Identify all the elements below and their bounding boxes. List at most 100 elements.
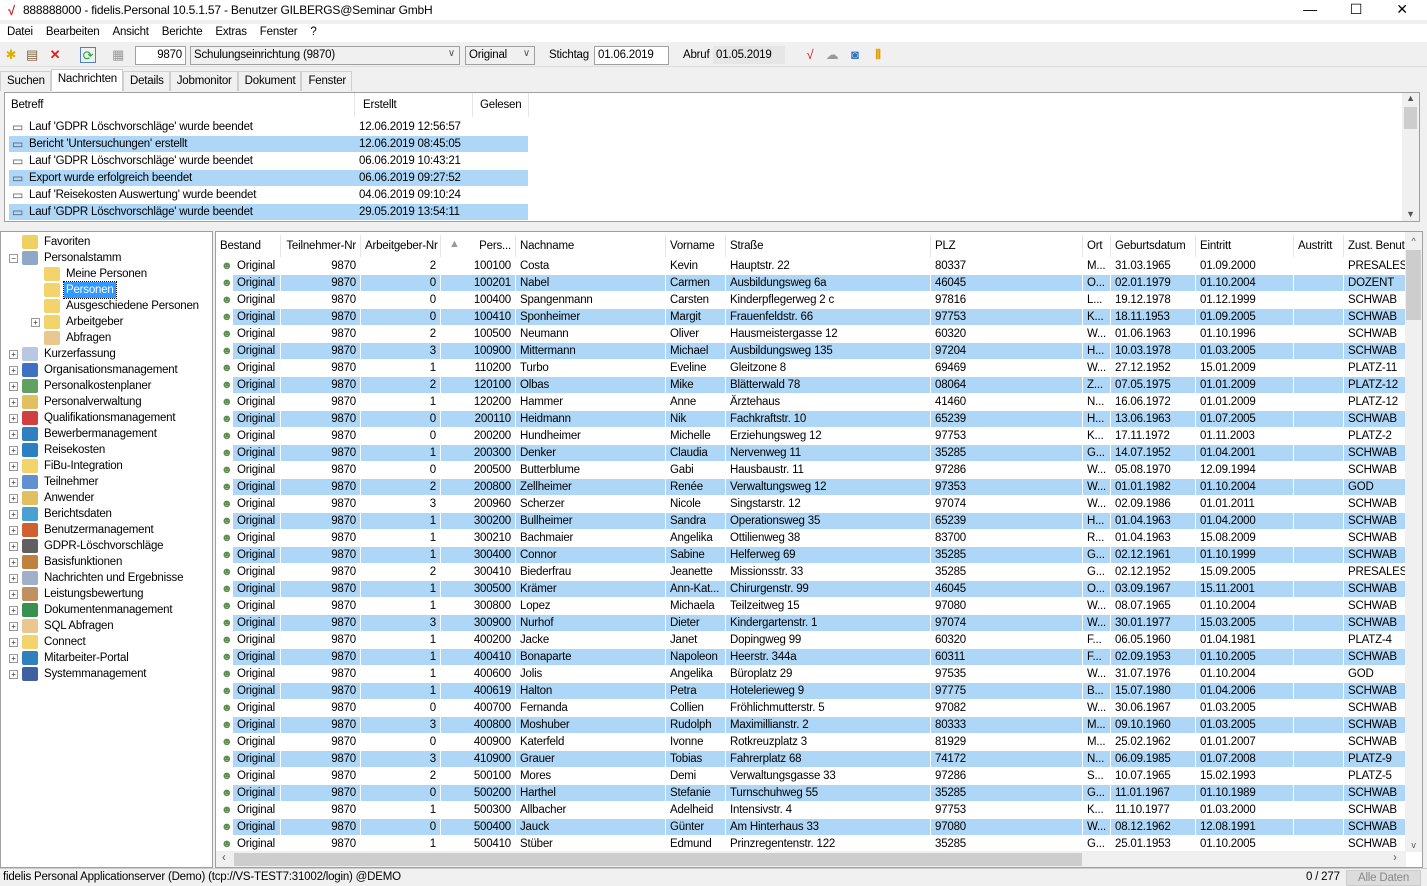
menu-help[interactable]: ? [303, 24, 322, 42]
tree-item-connect[interactable]: + Connect [9, 634, 87, 650]
table-row[interactable]: ☻ Original 9870 1 200300 Denker Claudia Nervenw… [216, 445, 1406, 462]
tree-item-kurzerfassung[interactable]: + Kurzerfassung [9, 346, 118, 362]
column-header-ort[interactable]: Ort [1083, 235, 1111, 257]
tree-item-mitarbeiter-portal[interactable]: + Mitarbeiter-Portal [9, 650, 131, 666]
table-row[interactable]: ☻ Original 9870 2 100500 Neumann Oliver Hausmei… [216, 326, 1406, 343]
menu-fenster[interactable]: Fenster [253, 24, 304, 42]
expand-toggle-icon[interactable]: + [9, 573, 18, 583]
cloud-icon[interactable]: ☁ [824, 47, 840, 63]
tab-fenster[interactable]: Fenster [301, 71, 353, 91]
table-row[interactable]: ☻ Original 9870 0 400700 Fernanda Collien Fröhl… [216, 700, 1406, 717]
column-header-geburtsdatum[interactable]: Geburtsdatum [1111, 235, 1196, 257]
scroll-up-icon[interactable]: ▲ [1402, 93, 1419, 103]
table-row[interactable]: ☻ Original 9870 0 100201 Nabel Carmen Ausbildun… [216, 275, 1406, 292]
table-row[interactable]: ☻ Original 9870 0 500200 Harthel Stefanie Turns… [216, 785, 1406, 802]
tree-item-favoriten[interactable]: Favoriten [9, 234, 92, 250]
expand-toggle-icon[interactable]: + [9, 493, 18, 503]
table-row[interactable]: ☻ Original 9870 2 300410 Biederfrau Jeanette Mi… [216, 564, 1406, 581]
tree-item-basisfunktionen[interactable]: + Basisfunktionen [9, 554, 124, 570]
tree-item-meine-personen[interactable]: Meine Personen [31, 266, 149, 282]
table-row[interactable]: ☻ Original 9870 0 200110 Heidmann Nik Fachkraft… [216, 411, 1406, 428]
tab-suchen[interactable]: Suchen [0, 71, 51, 91]
expand-toggle-icon[interactable]: + [9, 509, 18, 519]
tree-connector[interactable] [31, 286, 40, 295]
message-row[interactable]: Lauf 'Reisekosten Auswertung' wurde been… [9, 187, 528, 204]
edit-icon[interactable]: ▤ [24, 47, 40, 63]
expand-toggle-icon[interactable]: − [9, 253, 18, 263]
message-row[interactable]: Bericht 'Untersuchungen' erstellt 12.06.2… [9, 136, 528, 153]
sort-ascending-icon[interactable]: ▲ [449, 238, 460, 250]
tree-item-personalverwaltung[interactable]: + Personalverwaltung [9, 394, 143, 410]
column-header-betreff[interactable]: Betreff [5, 93, 355, 117]
column-header-zust-benut[interactable]: Zust. Benut: [1344, 235, 1406, 257]
table-row[interactable]: ☻ Original 9870 1 400200 Jacke Janet Dopingweg … [216, 632, 1406, 649]
fidelis-icon[interactable]: √ [802, 47, 818, 63]
expand-toggle-icon[interactable]: + [9, 461, 18, 471]
tree-item-personen[interactable]: Personen [31, 281, 117, 299]
expand-toggle-icon[interactable]: + [9, 669, 18, 679]
tree-item-personalkostenplaner[interactable]: + Personalkostenplaner [9, 378, 153, 394]
table-row[interactable]: ☻ Original 9870 2 200800 Zellheimer Renée Verwa… [216, 479, 1406, 496]
tree-item-leistungsbewertung[interactable]: + Leistungsbewertung [9, 586, 145, 602]
tree-connector[interactable] [31, 302, 40, 311]
table-row[interactable]: ☻ Original 9870 2 500100 Mores Demi Verwaltungs… [216, 768, 1406, 785]
tree-item-organisationsmanagement[interactable]: + Organisationsmanagement [9, 362, 179, 378]
table-row[interactable]: ☻ Original 9870 0 400900 Katerfeld Ivonne Rotkr… [216, 734, 1406, 751]
table-row[interactable]: ☻ Original 9870 1 400600 Jolis Angelika Büropla… [216, 666, 1406, 683]
tab-dokument[interactable]: Dokument [237, 71, 302, 91]
table-row[interactable]: ☻ Original 9870 1 120200 Hammer Anne Ärztehaus 4… [216, 394, 1406, 411]
messages-scrollbar[interactable]: ▲ ▼ [1402, 93, 1419, 221]
table-row[interactable]: ☻ Original 9870 1 400410 Bonaparte Napoleon Hee… [216, 649, 1406, 666]
message-row[interactable]: Lauf 'GDPR Löschvorschläge' wurde beende… [9, 204, 528, 221]
delete-icon[interactable]: ✕ [47, 47, 63, 63]
table-row[interactable]: ☻ Original 9870 2 120100 Olbas Mike Blätterwald… [216, 377, 1406, 394]
menu-berichte[interactable]: Berichte [155, 24, 209, 42]
table-row[interactable]: ☻ Original 9870 1 110200 Turbo Eveline Gleitzon… [216, 360, 1406, 377]
version-select[interactable]: Original ∨ [465, 46, 535, 65]
column-header-teilnehmer-nr[interactable]: Teilnehmer-Nr [281, 235, 361, 257]
tree-connector[interactable] [31, 270, 40, 279]
column-header-vorname[interactable]: Vorname [666, 235, 726, 257]
expand-toggle-icon[interactable]: + [9, 397, 18, 407]
scroll-up-icon[interactable]: ^ [1405, 232, 1422, 250]
tree-item-bewerbermanagement[interactable]: + Bewerbermanagement [9, 426, 159, 442]
table-row[interactable]: ☻ Original 9870 1 300400 Connor Sabine Helferwe… [216, 547, 1406, 564]
table-row[interactable]: ☻ Original 9870 0 200200 Hundheimer Michelle Er… [216, 428, 1406, 445]
tree-connector[interactable] [9, 238, 18, 247]
table-row[interactable]: ☻ Original 9870 0 200500 Butterblume Gabi Hausb… [216, 462, 1406, 479]
expand-toggle-icon[interactable]: + [9, 445, 18, 455]
tree-item-benutzermanagement[interactable]: + Benutzermanagement [9, 522, 156, 538]
expand-toggle-icon[interactable]: + [9, 589, 18, 599]
filter-all-data-button[interactable]: Alle Daten [1346, 870, 1421, 886]
table-row[interactable]: ☻ Original 9870 3 300900 Nurhof Dieter Kinderga… [216, 615, 1406, 632]
table-row[interactable]: ☻ Original 9870 3 400800 Moshuber Rudolph Maxim… [216, 717, 1406, 734]
tree-item-qualifikationsmanagement[interactable]: + Qualifikationsmanagement [9, 410, 177, 426]
scroll-down-icon[interactable]: v [1405, 840, 1422, 850]
message-row[interactable]: Lauf 'GDPR Löschvorschläge' wurde beende… [9, 119, 528, 136]
minimize-button[interactable]: — [1287, 0, 1333, 20]
tree-item-dokumentenmanagement[interactable]: + Dokumentenmanagement [9, 602, 174, 618]
column-header-arbeitgeber-nr[interactable]: Arbeitgeber-Nr [361, 235, 441, 257]
message-row[interactable]: Lauf 'GDPR Löschvorschläge' wurde beende… [9, 153, 528, 170]
table-row[interactable]: ☻ Original 9870 2 100100 Costa Kevin Hauptstr. … [216, 258, 1406, 275]
expand-toggle-icon[interactable]: + [9, 541, 18, 551]
table-row[interactable]: ☻ Original 9870 1 400619 Halton Petra Hotelerie… [216, 683, 1406, 700]
menu-bearbeiten[interactable]: Bearbeiten [39, 24, 106, 42]
table-row[interactable]: ☻ Original 9870 1 300500 Krämer Ann-Kat... Chir… [216, 581, 1406, 598]
tree-item-nachrichten-und-ergebnisse[interactable]: + Nachrichten und Ergebnisse [9, 570, 185, 586]
tab-jobmonitor[interactable]: Jobmonitor [169, 71, 238, 91]
expand-toggle-icon[interactable]: + [9, 477, 18, 487]
table-row[interactable]: ☻ Original 9870 3 100900 Mittermann Michael Aus… [216, 343, 1406, 360]
table-row[interactable]: ☻ Original 9870 3 410900 Grauer Tobias Fahrerpl… [216, 751, 1406, 768]
tree-item-teilnehmer[interactable]: + Teilnehmer [9, 474, 100, 490]
menu-ansicht[interactable]: Ansicht [105, 24, 154, 42]
tree-item-berichtsdaten[interactable]: + Berichtsdaten [9, 506, 114, 522]
client-select[interactable]: Schulungseinrichtung (9870) ∨ [190, 46, 460, 65]
scrollbar-thumb[interactable] [1406, 250, 1421, 320]
tree-item-abfragen[interactable]: Abfragen [31, 330, 113, 346]
tree-item-systemmanagement[interactable]: + Systemmanagement [9, 666, 148, 682]
column-header-bestand[interactable]: Bestand [216, 235, 281, 257]
tree-item-anwender[interactable]: + Anwender [9, 490, 96, 506]
table-horizontal-scrollbar[interactable]: ‹ › [216, 851, 1406, 867]
tree-item-reisekosten[interactable]: + Reisekosten [9, 442, 107, 458]
